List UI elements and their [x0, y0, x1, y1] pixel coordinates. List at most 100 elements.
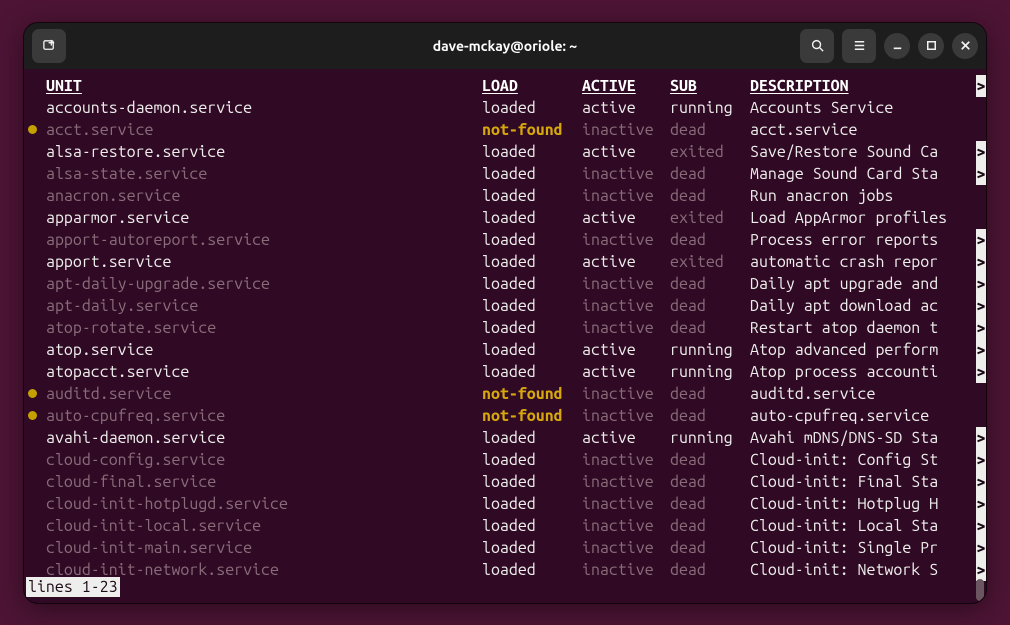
overflow-indicator: > — [976, 295, 986, 317]
unit-description: acct.service — [750, 119, 960, 141]
unit-sub: running — [670, 339, 750, 361]
header-row: UNIT LOAD ACTIVE SUB DESCRIPTION > — [24, 75, 986, 97]
unit-name: cloud-init-local.service — [46, 515, 482, 537]
close-icon — [958, 38, 973, 53]
unit-row: anacron.serviceloadedinactivedeadRun ana… — [24, 185, 986, 207]
warning-bullet-icon — [28, 411, 37, 420]
unit-sub: dead — [670, 559, 750, 581]
search-button[interactable] — [800, 29, 834, 63]
unit-description: Atop process accounti — [750, 361, 960, 383]
unit-description: auditd.service — [750, 383, 960, 405]
unit-sub: dead — [670, 493, 750, 515]
unit-load: loaded — [482, 229, 582, 251]
unit-active: inactive — [582, 383, 670, 405]
unit-name: cloud-final.service — [46, 471, 482, 493]
unit-active: active — [582, 141, 670, 163]
overflow-indicator: > — [976, 493, 986, 515]
overflow-indicator: > — [976, 449, 986, 471]
unit-sub: exited — [670, 207, 750, 229]
unit-description: Avahi mDNS/DNS-SD Sta — [750, 427, 960, 449]
unit-load: loaded — [482, 515, 582, 537]
unit-load: loaded — [482, 141, 582, 163]
unit-load: loaded — [482, 427, 582, 449]
pager-status: lines 1-23 — [26, 577, 120, 597]
overflow-indicator: > — [976, 273, 986, 295]
minimize-icon — [890, 38, 905, 53]
unit-name: alsa-state.service — [46, 163, 482, 185]
unit-sub: dead — [670, 449, 750, 471]
unit-sub: exited — [670, 251, 750, 273]
unit-active: inactive — [582, 119, 670, 141]
unit-sub: dead — [670, 163, 750, 185]
warning-bullet-icon — [28, 389, 37, 398]
unit-sub: dead — [670, 185, 750, 207]
menu-button[interactable] — [842, 29, 876, 63]
unit-load: loaded — [482, 97, 582, 119]
unit-sub: dead — [670, 471, 750, 493]
unit-name: apport.service — [46, 251, 482, 273]
unit-active: active — [582, 361, 670, 383]
unit-row: alsa-restore.serviceloadedactiveexitedSa… — [24, 141, 986, 163]
unit-active: inactive — [582, 537, 670, 559]
unit-name: apt-daily-upgrade.service — [46, 273, 482, 295]
unit-load: loaded — [482, 207, 582, 229]
unit-active: inactive — [582, 317, 670, 339]
search-icon — [810, 38, 825, 53]
unit-active: inactive — [582, 295, 670, 317]
hamburger-icon — [852, 38, 867, 53]
unit-load: not-found — [482, 383, 582, 405]
minimize-button[interactable] — [884, 33, 910, 59]
unit-sub: dead — [670, 119, 750, 141]
unit-name: auto-cpufreq.service — [46, 405, 482, 427]
overflow-indicator: > — [976, 141, 986, 163]
terminal-body[interactable]: UNIT LOAD ACTIVE SUB DESCRIPTION > accou… — [24, 69, 986, 603]
new-tab-button[interactable] — [32, 29, 66, 63]
unit-name: cloud-init-hotplugd.service — [46, 493, 482, 515]
unit-name: apt-daily.service — [46, 295, 482, 317]
unit-row: cloud-final.serviceloadedinactivedeadClo… — [24, 471, 986, 493]
overflow-indicator: > — [976, 317, 986, 339]
unit-sub: exited — [670, 141, 750, 163]
unit-name: atop-rotate.service — [46, 317, 482, 339]
unit-description: Cloud-init: Config St — [750, 449, 960, 471]
unit-description: Cloud-init: Hotplug H — [750, 493, 960, 515]
overflow-indicator: > — [976, 427, 986, 449]
unit-name: apport-autoreport.service — [46, 229, 482, 251]
unit-row: cloud-init-main.serviceloadedinactivedea… — [24, 537, 986, 559]
window-title: dave-mckay@oriole: ~ — [218, 38, 792, 54]
unit-sub: dead — [670, 515, 750, 537]
unit-load: loaded — [482, 339, 582, 361]
unit-load: loaded — [482, 449, 582, 471]
col-active: ACTIVE — [582, 75, 670, 97]
unit-row: auditd.servicenot-foundinactivedeadaudit… — [24, 383, 986, 405]
maximize-icon — [924, 38, 939, 53]
unit-description: Run anacron jobs — [750, 185, 960, 207]
unit-row: cloud-init-hotplugd.serviceloadedinactiv… — [24, 493, 986, 515]
overflow-indicator: > — [976, 75, 986, 97]
maximize-button[interactable] — [918, 33, 944, 59]
unit-sub: running — [670, 361, 750, 383]
unit-description: Accounts Service — [750, 97, 960, 119]
close-button[interactable] — [952, 33, 978, 59]
overflow-indicator: > — [976, 559, 986, 581]
unit-description: Atop advanced perform — [750, 339, 960, 361]
col-sub: SUB — [670, 75, 750, 97]
col-unit: UNIT — [46, 75, 482, 97]
unit-row: apparmor.serviceloadedactiveexitedLoad A… — [24, 207, 986, 229]
unit-active: inactive — [582, 229, 670, 251]
unit-active: inactive — [582, 559, 670, 581]
unit-description: Daily apt download ac — [750, 295, 960, 317]
unit-active: active — [582, 97, 670, 119]
unit-name: anacron.service — [46, 185, 482, 207]
unit-active: active — [582, 207, 670, 229]
scrollbar-thumb[interactable] — [976, 579, 984, 601]
unit-load: loaded — [482, 493, 582, 515]
unit-row: apport-autoreport.serviceloadedinactived… — [24, 229, 986, 251]
terminal-window: dave-mckay@oriole: ~ UNIT LOAD ACTIVE — [24, 23, 986, 603]
unit-active: inactive — [582, 163, 670, 185]
unit-sub: dead — [670, 405, 750, 427]
unit-row: cloud-init-local.serviceloadedinactivede… — [24, 515, 986, 537]
unit-row: apt-daily-upgrade.serviceloadedinactived… — [24, 273, 986, 295]
overflow-indicator: > — [976, 361, 986, 383]
unit-row: auto-cpufreq.servicenot-foundinactivedea… — [24, 405, 986, 427]
